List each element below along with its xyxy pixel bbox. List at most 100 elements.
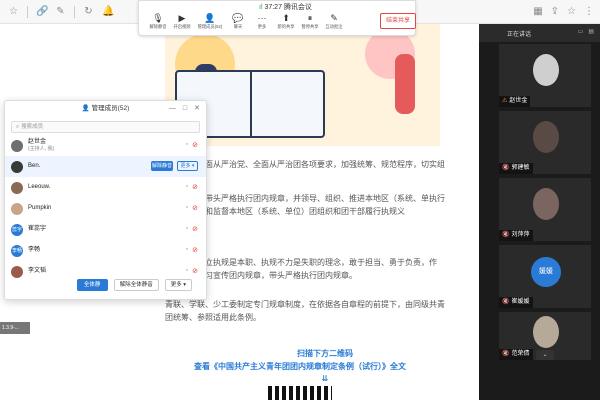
paragraph: 部要牢固树立执规是本职、执规不力是失职的理念，敢于担当、勇于负责，作制，带头学习… <box>165 258 437 280</box>
unmute-all-button[interactable]: 解除全体静音 <box>113 279 159 291</box>
participant-label: 🔇 崔媛媛 <box>499 297 533 308</box>
member-role: (主持人, 我) <box>28 145 55 152</box>
member-row[interactable]: Ben. 解除静音 更多 ▾ <box>5 156 206 177</box>
qr-heading: 扫描下方二维码 <box>297 349 353 358</box>
tool-label: 暂停共享 <box>301 24 319 29</box>
member-name: 李畅 <box>28 247 41 253</box>
video-gallery: 正在讲话 ▭ ▤ ⚠ 赵世金 🔇 郭建敏 🔇 刘萍萍 媛媛 🔇 崔媛媛 🔇 范荣倩 ⌄ <box>479 24 600 400</box>
pause-share-icon: ⏸ <box>307 13 313 23</box>
mute-all-button[interactable]: 全体静音 <box>76 279 108 300</box>
video-tile[interactable]: 媛媛 🔇 崔媛媛 <box>499 245 591 308</box>
annotate-button[interactable]: ✎ 互动批注 <box>323 13 345 30</box>
member-row[interactable]: Pumpkin ▫ ⊘ <box>5 198 206 219</box>
meeting-status: ıl 37:27 腾讯会议 <box>259 2 312 12</box>
member-name: Leeouw. <box>28 184 51 190</box>
footer-more-button[interactable]: 更多 ▾ <box>164 279 192 291</box>
qr-code <box>268 386 332 400</box>
close-icon[interactable]: ✕ <box>194 101 200 117</box>
mic-muted-icon: ⊘ <box>192 184 198 191</box>
new-share-button[interactable]: ⬆ 新的共享 <box>275 13 297 30</box>
member-more-button[interactable]: 更多 ▾ <box>177 161 198 171</box>
camera-off-icon: ▫ <box>185 225 188 232</box>
chat-button[interactable]: 💬 聊天 <box>227 13 249 30</box>
mic-muted-icon: 🔇 <box>502 299 510 305</box>
member-row[interactable]: 李畅 李畅 ▫ ⊘ <box>5 240 206 261</box>
mic-icon: 🎙 <box>152 13 164 23</box>
avatar <box>11 202 23 215</box>
chat-icon: 💬 <box>232 13 244 23</box>
participant-photo <box>533 316 559 348</box>
member-row[interactable]: 蕊宇 崔蕊宇 ▫ ⊘ <box>5 219 206 240</box>
mic-muted-icon: ⊘ <box>192 268 198 275</box>
side-tag[interactable]: 1.3.9-... <box>0 322 30 334</box>
signal-icon: ıl <box>259 4 263 11</box>
camera-off-icon: ▫ <box>185 267 188 274</box>
layout-icon[interactable]: ▤ <box>588 28 594 35</box>
pause-share-button[interactable]: ⏸ 暂停共享 <box>299 13 321 30</box>
participant-name: 范荣倩 <box>511 351 530 357</box>
bell-icon[interactable]: 🔔 <box>102 6 114 17</box>
speaking-label: 正在讲话 <box>507 32 532 38</box>
minimize-icon[interactable]: — <box>169 101 176 117</box>
paragraph: 委员会应当带头严格执行团内规章，并领导、组织、推进本地区（系统、单执行工作，支持… <box>165 194 445 216</box>
camera-off-icon: ▫ <box>185 204 188 211</box>
qr-link[interactable]: 查看《中国共产主义青年团团内规章制定条例（试行）》全文 <box>150 361 450 372</box>
menu-icon[interactable]: ⋮ <box>584 6 594 17</box>
end-share-button[interactable]: 结束共享 <box>380 13 416 29</box>
share-icon[interactable]: ⇪ <box>551 6 559 17</box>
video-tile[interactable]: 🔇 郭建敏 <box>499 111 591 174</box>
view-icon[interactable]: ▭ <box>578 28 584 35</box>
mic-muted-icon: ⊘ <box>192 226 198 233</box>
avatar <box>11 160 23 173</box>
video-tile[interactable]: 🔇 刘萍萍 <box>499 178 591 241</box>
participant-photo <box>533 188 559 220</box>
star-icon[interactable]: ☆ <box>567 6 576 17</box>
gallery-header: 正在讲话 ▭ ▤ <box>479 24 600 42</box>
link-icon[interactable]: 🔗 <box>36 6 48 17</box>
divider <box>27 5 28 18</box>
dialog-title: 管理成员(52) <box>91 105 130 112</box>
unmute-button[interactable]: 🎙 解除静音 <box>147 13 169 30</box>
scroll-down-button[interactable]: ⌄ <box>536 350 554 360</box>
meeting-tools: 🎙 解除静音 ▶ 开启视频 👤 管理成员(52) 💬 聊天 ··· 更多 ⬆ 新的共享 ⏸ 暂… <box>147 13 345 30</box>
edit-icon[interactable]: ✎ <box>55 6 66 17</box>
more-button[interactable]: ··· 更多 <box>251 13 273 30</box>
meeting-toolbar: ıl 37:27 腾讯会议 🎙 解除静音 ▶ 开启视频 👤 管理成员(52) 💬 聊天 … <box>138 0 416 36</box>
member-row[interactable]: Leeouw. ▫ ⊘ <box>5 177 206 198</box>
search-placeholder: 搜索成员 <box>21 124 44 130</box>
tool-label: 更多 <box>257 24 267 29</box>
manage-members-button[interactable]: 👤 管理成员(52) <box>195 13 225 30</box>
annotate-icon: ✎ <box>330 13 338 23</box>
participant-name: 崔媛媛 <box>511 299 530 305</box>
gallery-controls: ▭ ▤ <box>578 28 594 35</box>
meeting-timer: 37:27 <box>264 4 282 11</box>
member-row[interactable]: 赵世金 (主持人, 我) ▫ ⊘ <box>5 135 206 156</box>
arrow-down-icon: ⇊ <box>321 374 329 383</box>
participant-label: 🔇 范荣倩 <box>499 349 533 360</box>
browser-right-icons: ▦ ⇪ ☆ ⋮ <box>533 6 594 17</box>
tool-label: 新的共享 <box>277 24 295 29</box>
search-icon: ⌕ <box>16 124 20 130</box>
maximize-icon[interactable]: □ <box>183 101 187 117</box>
start-video-button[interactable]: ▶ 开启视频 <box>171 13 193 30</box>
member-name: Ben. <box>28 163 41 169</box>
meeting-name: 腾讯会议 <box>283 4 312 11</box>
video-tile[interactable]: ⚠ 赵世金 <box>499 44 591 107</box>
participant-photo <box>533 54 559 86</box>
paragraph: 织要落实全面从严治党、全面从严治团各项要求，加强统筹、规范程序，切实组建设工作。 <box>165 160 445 182</box>
dialog-header: 👤 管理成员(52) — □ ✕ <box>5 101 206 117</box>
members-dialog: 👤 管理成员(52) — □ ✕ ⌕ 搜索成员 赵世金 (主持人, 我) ▫ ⊘ … <box>4 100 207 300</box>
video-icon: ▶ <box>178 13 186 23</box>
tool-label: 管理成员(52) <box>197 24 223 29</box>
refresh-icon[interactable]: ↻ <box>83 6 94 17</box>
participant-photo <box>533 121 559 153</box>
member-search-input[interactable]: ⌕ 搜索成员 <box>11 121 200 133</box>
bookmark-icon[interactable]: ☆ <box>8 6 19 17</box>
window-controls: — □ ✕ <box>169 101 200 117</box>
unmute-member-button[interactable]: 解除静音 <box>151 161 173 171</box>
avatar <box>11 139 23 152</box>
more-icon: ··· <box>257 13 267 23</box>
participant-label: 🔇 郭建敏 <box>499 163 533 174</box>
member-name: 赵世金 <box>28 138 47 145</box>
grid-icon[interactable]: ▦ <box>533 6 542 17</box>
